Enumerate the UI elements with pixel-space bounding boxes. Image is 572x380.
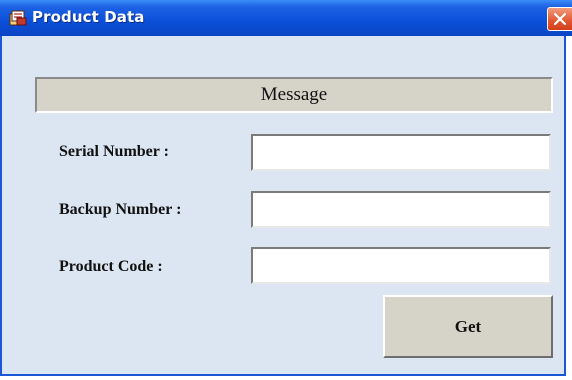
close-button[interactable] — [547, 7, 572, 31]
serial-number-input[interactable] — [251, 134, 551, 171]
product-code-label: Product Code : — [59, 258, 163, 275]
window-title: Product Data — [32, 8, 145, 26]
get-button[interactable]: Get — [383, 295, 553, 358]
product-code-input[interactable] — [251, 247, 551, 284]
backup-number-label: Backup Number : — [59, 201, 182, 218]
message-bar: Message — [35, 77, 553, 113]
close-icon — [553, 12, 567, 26]
backup-number-input[interactable] — [251, 191, 551, 228]
serial-number-label: Serial Number : — [59, 143, 169, 160]
product-data-app-icon — [9, 9, 27, 26]
title-bar[interactable]: Product Data — [0, 0, 572, 36]
